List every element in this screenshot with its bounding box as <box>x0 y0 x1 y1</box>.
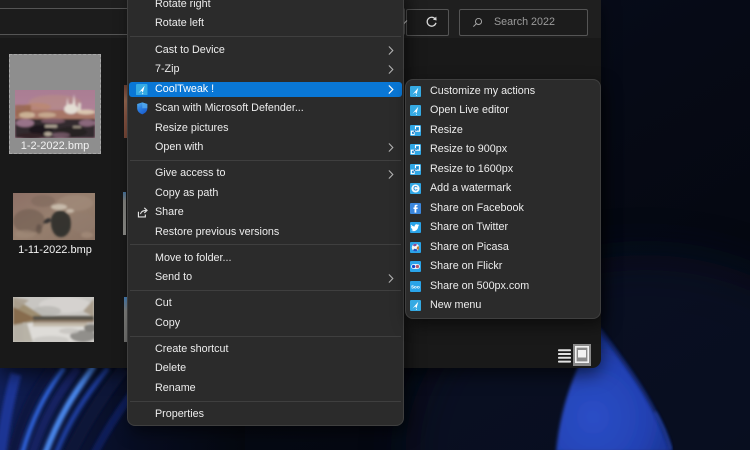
svg-text:C: C <box>413 186 418 193</box>
svg-text:5oo: 5oo <box>411 284 420 290</box>
